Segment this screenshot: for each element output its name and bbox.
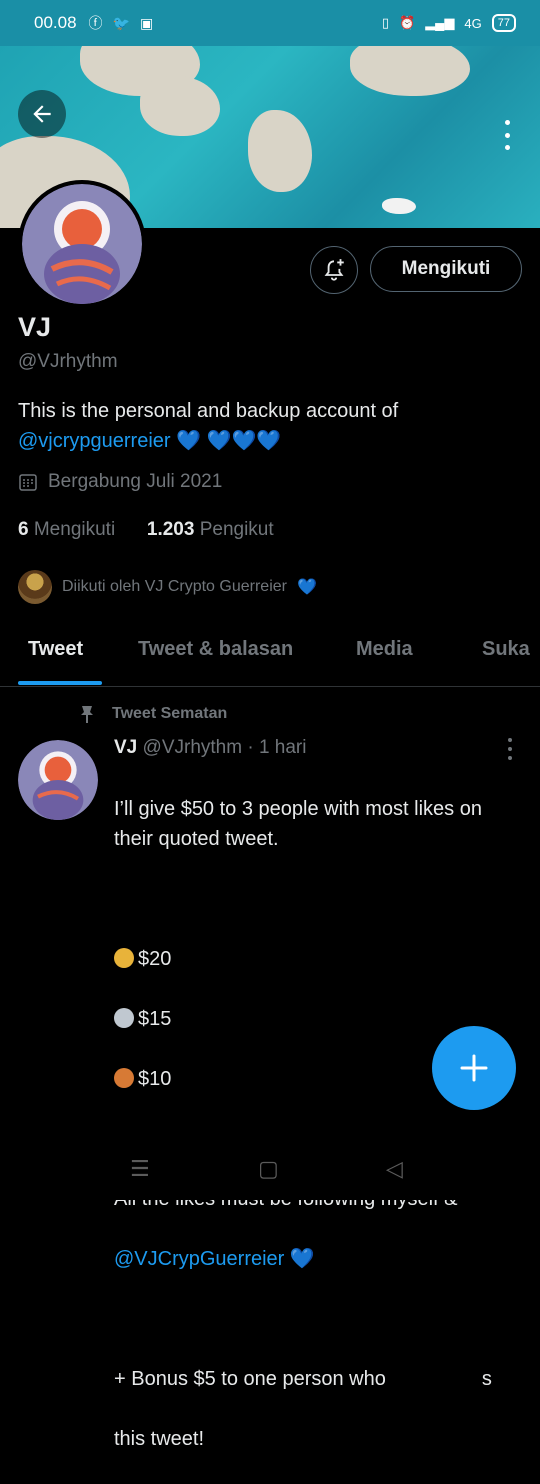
- vibrate-icon: ▯: [381, 15, 389, 30]
- tweet-header: VJ @VJrhythm · 1 hari: [114, 737, 306, 759]
- tab-likes[interactable]: Suka: [482, 638, 530, 661]
- arrow-left-icon: [33, 105, 51, 123]
- joined-text: Bergabung Juli 2021: [48, 471, 223, 492]
- system-nav-bar: ☰ ▢ ◁: [0, 1140, 540, 1200]
- follower-avatar: [18, 570, 52, 604]
- status-time: 00.08: [34, 13, 77, 32]
- profile-handle: @VJrhythm: [18, 351, 118, 372]
- more-options-button[interactable]: [500, 120, 514, 150]
- prize-row: $20: [114, 944, 524, 974]
- tweet-time: · 1 hari: [247, 737, 307, 758]
- bronze-medal-icon: [114, 1067, 134, 1088]
- compose-tweet-button[interactable]: [432, 1026, 516, 1110]
- blue-heart-emoji: 💙: [176, 430, 202, 452]
- twitter-icon: 🐦: [112, 14, 130, 31]
- status-bar: 00.08 ⓕ 🐦 ▣ ▯ ⏰ ▂▄▆ 4G 77: [0, 0, 540, 46]
- tweet-author-handle[interactable]: @VJrhythm: [143, 737, 243, 758]
- joined-date: Bergabung Juli 2021: [18, 471, 222, 493]
- back-nav-icon[interactable]: ◁: [386, 1156, 403, 1182]
- pinned-text: Tweet Sematan: [112, 705, 228, 722]
- notification-bell-button[interactable]: [310, 246, 358, 294]
- silver-medal-icon: [114, 1007, 134, 1028]
- calendar-icon: [19, 474, 37, 491]
- plus-icon: [460, 1054, 488, 1082]
- active-tab-indicator: [18, 681, 102, 685]
- tweet-author-name[interactable]: VJ: [114, 737, 137, 758]
- blue-heart-emoji: 💙: [296, 579, 317, 596]
- tweet-mention-link[interactable]: @VJCrypGuerreier: [114, 1248, 284, 1270]
- profile-avatar[interactable]: [18, 180, 146, 308]
- home-icon[interactable]: ▢: [258, 1156, 279, 1182]
- tweet-more-button[interactable]: [506, 738, 514, 760]
- network-type: 4G: [464, 15, 482, 31]
- alarm-icon: ⏰: [399, 15, 416, 30]
- following-button[interactable]: Mengikuti: [370, 246, 522, 292]
- tweet-author-avatar[interactable]: [18, 740, 98, 820]
- tab-media[interactable]: Media: [356, 638, 413, 661]
- signal-icon: ▂▄▆: [425, 15, 455, 30]
- bell-plus-icon: [324, 259, 344, 281]
- profile-tabs: Tweet Tweet & balasan Media Suka: [0, 626, 540, 687]
- battery-icon: 77: [491, 14, 516, 32]
- tweet-body: I’ll give $50 to 3 people with most like…: [114, 764, 524, 1484]
- tab-tweet-replies[interactable]: Tweet & balasan: [138, 638, 293, 661]
- pin-icon: [81, 706, 93, 723]
- gold-medal-icon: [114, 947, 134, 968]
- profile-bio: This is the personal and backup account …: [18, 396, 518, 456]
- app-notification-icon: ▣: [139, 14, 154, 31]
- facebook-icon: ⓕ: [88, 15, 103, 31]
- tweet-line: this tweet!: [114, 1428, 205, 1450]
- back-button[interactable]: [18, 90, 66, 138]
- blue-heart-emoji: 💙: [289, 1248, 315, 1270]
- followed-by-text: Diikuti oleh VJ Crypto Guerreier: [62, 578, 287, 595]
- bio-mention-link[interactable]: @vjcrypguerreier: [18, 430, 171, 452]
- pinned-label: Tweet Sematan: [78, 704, 227, 724]
- bio-text: This is the personal and backup account …: [18, 400, 399, 422]
- recent-apps-icon[interactable]: ☰: [130, 1156, 150, 1182]
- profile-name: VJ: [18, 312, 52, 342]
- follow-counts: 6 Mengikuti 1.203 Pengikut: [18, 519, 274, 541]
- tab-tweet[interactable]: Tweet: [28, 638, 83, 661]
- tweet-line: I’ll give $50 to 3 people with most like…: [114, 798, 482, 850]
- followers-link[interactable]: 1.203 Pengikut: [147, 519, 274, 540]
- following-link[interactable]: 6 Mengikuti: [18, 519, 115, 540]
- blue-hearts-emoji: 💙💙💙: [206, 430, 282, 452]
- followed-by[interactable]: Diikuti oleh VJ Crypto Guerreier 💙: [18, 570, 317, 604]
